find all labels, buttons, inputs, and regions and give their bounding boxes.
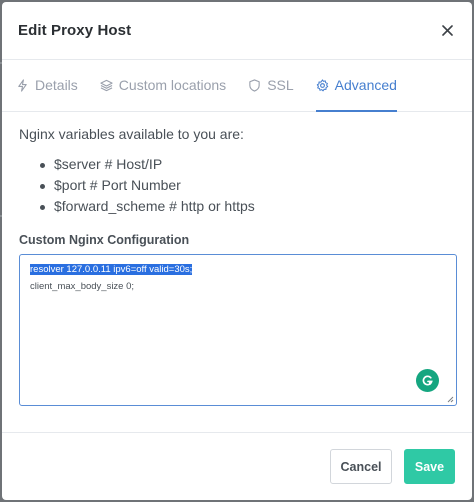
close-button[interactable] [438, 22, 456, 40]
cancel-button[interactable]: Cancel [330, 449, 392, 484]
resize-handle-icon[interactable] [447, 396, 454, 403]
edit-proxy-host-modal: Edit Proxy Host Details Custom locations… [2, 2, 472, 500]
modal-title: Edit Proxy Host [18, 22, 132, 39]
grammarly-icon[interactable] [416, 369, 439, 392]
tab-label: SSL [267, 77, 294, 93]
close-icon [441, 25, 453, 36]
modal-footer: Cancel Save [2, 432, 472, 500]
custom-nginx-config-textarea[interactable]: resolver 127.0.0.11 ipv6=off valid=30s; … [19, 254, 457, 406]
bolt-icon [18, 78, 27, 92]
list-item: $forward_scheme # http or https [40, 196, 455, 217]
gear-icon [316, 78, 328, 91]
tab-label: Details [35, 77, 78, 93]
modal-header: Edit Proxy Host [2, 2, 472, 60]
config-label: Custom Nginx Configuration [19, 233, 190, 247]
config-line-selected: resolver 127.0.0.11 ipv6=off valid=30s; [30, 264, 193, 275]
shield-icon [249, 78, 260, 92]
config-line: client_max_body_size 0; [30, 281, 135, 292]
tab-ssl[interactable]: SSL [248, 60, 294, 112]
variables-list: $server # Host/IP $port # Port Number $f… [40, 154, 455, 217]
tab-details[interactable]: Details [16, 60, 78, 112]
variables-intro: Nginx variables available to you are: [19, 126, 244, 142]
layers-icon [100, 79, 113, 91]
tab-label: Advanced [334, 77, 397, 93]
config-code[interactable]: resolver 127.0.0.11 ipv6=off valid=30s; … [20, 255, 456, 301]
tab-bar: Details Custom locations SSL Advanced [2, 60, 472, 112]
list-item: $port # Port Number [40, 175, 455, 196]
tab-custom-locations[interactable]: Custom locations [100, 60, 226, 112]
advanced-panel: Nginx variables available to you are: $s… [2, 112, 472, 406]
list-item: $server # Host/IP [40, 154, 455, 175]
save-button[interactable]: Save [404, 449, 455, 484]
tab-advanced[interactable]: Advanced [315, 60, 397, 112]
tab-label: Custom locations [118, 77, 227, 93]
